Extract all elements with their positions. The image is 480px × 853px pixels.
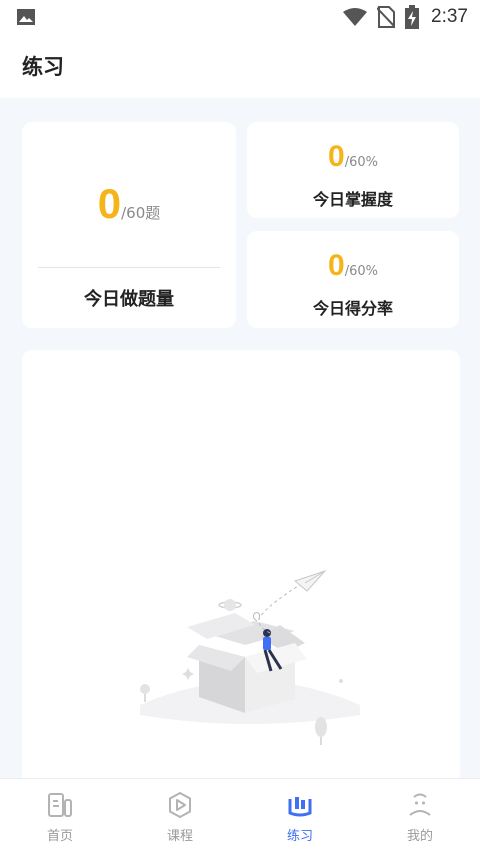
no-sim-icon xyxy=(377,6,396,28)
app-bar: 练习 xyxy=(0,34,480,98)
daily-questions-label: 今日做题量 xyxy=(84,289,174,310)
score-rate-stat: 0/60% xyxy=(247,249,459,283)
practice-icon xyxy=(288,797,312,817)
daily-questions-stat: 0/60题 xyxy=(22,180,236,228)
mastery-total: /60% xyxy=(344,155,378,170)
score-rate-card: 0/60% 今日得分率 xyxy=(247,231,459,328)
battery-charging-icon xyxy=(405,5,420,29)
bottom-nav: 首页 课程 练习 我的 xyxy=(0,778,480,853)
nav-item-course[interactable]: 课程 xyxy=(120,779,240,853)
nav-item-home[interactable]: 首页 xyxy=(0,779,120,853)
page-title: 练习 xyxy=(22,55,64,79)
mastery-value: 0 xyxy=(328,140,345,173)
image-icon xyxy=(17,9,35,25)
home-icon xyxy=(48,793,72,817)
score-rate-label: 今日得分率 xyxy=(312,299,393,318)
profile-icon xyxy=(409,793,431,816)
daily-questions-value: 0 xyxy=(97,180,122,227)
mastery-stat: 0/60% xyxy=(247,140,459,174)
score-rate-value: 0 xyxy=(328,249,345,282)
status-time: 2:37 xyxy=(431,6,468,27)
nav-label-practice: 练习 xyxy=(286,829,313,844)
empty-box-illustration xyxy=(140,569,360,745)
score-rate-total: /60% xyxy=(344,264,378,279)
nav-item-practice[interactable]: 练习 xyxy=(240,779,360,853)
practice-content-card xyxy=(22,350,460,790)
nav-label-home: 首页 xyxy=(46,829,73,844)
nav-item-profile[interactable]: 我的 xyxy=(360,779,480,853)
status-bar: 2:37 xyxy=(0,0,480,34)
nav-label-course: 课程 xyxy=(166,829,193,844)
daily-questions-card: 0/60题 今日做题量 xyxy=(22,122,236,328)
mastery-label: 今日掌握度 xyxy=(312,190,393,209)
mastery-card: 0/60% 今日掌握度 xyxy=(247,122,459,218)
wifi-icon xyxy=(343,8,368,26)
nav-label-profile: 我的 xyxy=(406,829,433,844)
divider xyxy=(38,267,220,268)
daily-questions-total: /60题 xyxy=(121,204,161,222)
play-circle-icon xyxy=(169,791,191,819)
